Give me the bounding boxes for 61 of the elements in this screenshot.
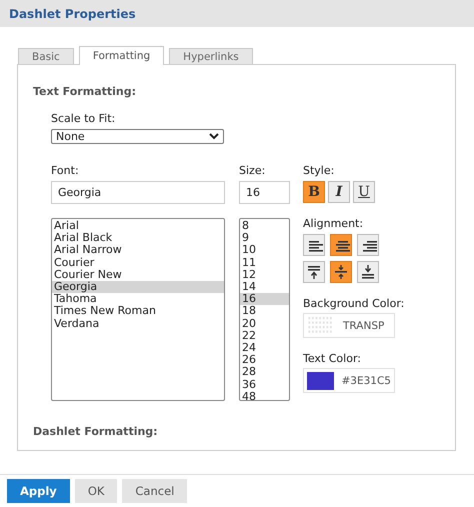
tab[interactable]: Basic: [18, 48, 74, 64]
window-title: Dashlet Properties: [9, 6, 136, 20]
font-field[interactable]: Georgia: [51, 181, 225, 204]
list-item[interactable]: Georgia: [52, 281, 224, 294]
list-item[interactable]: 10: [240, 244, 289, 257]
field-label: Font:: [51, 164, 80, 177]
list-item[interactable]: 14: [240, 281, 289, 294]
list-item[interactable]: 8: [240, 220, 289, 232]
size-field[interactable]: 16: [239, 181, 290, 204]
align-bottom-icon: [359, 263, 377, 281]
list-item[interactable]: 11: [240, 256, 289, 269]
list-item[interactable]: 12: [240, 268, 289, 282]
size-list[interactable]: 8 9 10 11 12 14 16 18 20 22 24 26 28 36 48: [239, 218, 290, 401]
transparent-swatch-icon: [307, 316, 335, 334]
list-item[interactable]: 24: [240, 342, 289, 354]
text-color-picker[interactable]: #3E31C5: [303, 368, 395, 393]
scale-dropdown[interactable]: None: [51, 129, 224, 144]
dialog-button[interactable]: Cancel: [122, 479, 188, 503]
style-button[interactable]: U: [353, 181, 375, 203]
list-item[interactable]: 22: [240, 330, 289, 342]
align-top-icon: [305, 263, 323, 281]
alignment-button[interactable]: [357, 261, 379, 283]
list-item[interactable]: Arial Black: [52, 232, 224, 244]
alignment-button[interactable]: [330, 234, 352, 256]
list-item[interactable]: 9: [240, 232, 289, 244]
align-middle-icon: [332, 263, 350, 281]
list-item[interactable]: 36: [240, 378, 289, 391]
list-item[interactable]: 48: [240, 390, 289, 400]
background-color-picker[interactable]: TRANSP: [303, 313, 395, 338]
list-item[interactable]: 20: [240, 318, 289, 330]
field-label: Style:: [303, 164, 336, 177]
style-button[interactable]: I: [328, 181, 350, 203]
list-item[interactable]: Times New Roman: [52, 305, 224, 318]
dialog-button[interactable]: Apply: [7, 479, 70, 503]
alignment-button[interactable]: [357, 234, 379, 256]
alignment-button[interactable]: [303, 234, 325, 256]
field-label: Size:: [239, 164, 266, 177]
field-label: Alignment:: [303, 217, 364, 230]
tab[interactable]: Formatting: [78, 46, 164, 65]
field-label: Text Color:: [303, 352, 362, 365]
field-label: Scale to Fit:: [51, 112, 116, 125]
list-item[interactable]: 18: [240, 305, 289, 318]
alignment-button[interactable]: [330, 261, 352, 283]
field-label: Background Color:: [303, 297, 406, 310]
chevron-icon: [209, 133, 219, 140]
section-heading: Text Formatting:: [33, 85, 138, 98]
style-button[interactable]: B: [303, 181, 325, 203]
list-item[interactable]: Tahoma: [52, 293, 224, 306]
list-item[interactable]: Courier New: [52, 268, 224, 282]
section-heading: Dashlet Formatting:: [33, 425, 159, 438]
font-list[interactable]: Arial Arial Black Arial Narrow Courier Courier New Georgia Tahoma Times New Roman Verdana: [51, 218, 225, 401]
alignment-button[interactable]: [303, 261, 325, 283]
list-item[interactable]: Arial Narrow: [52, 244, 224, 257]
list-item[interactable]: 26: [240, 354, 289, 366]
list-item[interactable]: 16: [240, 293, 289, 306]
list-item[interactable]: Verdana: [52, 318, 224, 330]
list-item[interactable]: Arial: [52, 220, 224, 232]
list-item[interactable]: 28: [240, 366, 289, 379]
list-item[interactable]: Courier: [52, 256, 224, 269]
dialog-button[interactable]: OK: [74, 479, 118, 503]
tab[interactable]: Hyperlinks: [169, 48, 253, 64]
